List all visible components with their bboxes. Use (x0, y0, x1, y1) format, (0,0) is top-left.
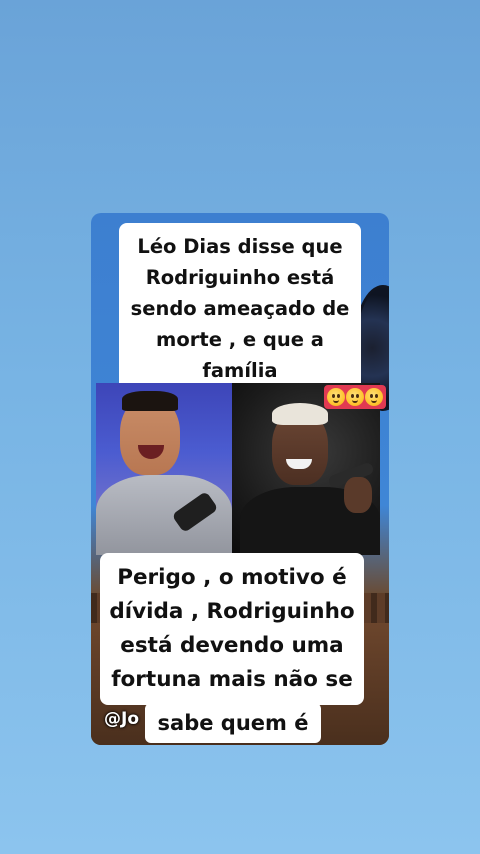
watermark-handle: @Jo (104, 709, 140, 729)
emoji-strip (324, 385, 386, 409)
caption-bottom: Perigo , o motivo é dívida , Rodriguinho… (100, 553, 364, 705)
host-photo (96, 383, 232, 555)
post-card[interactable]: Léo Dias disse que Rodriguinho está send… (91, 213, 389, 745)
host-body (96, 475, 232, 555)
caption-top: Léo Dias disse que Rodriguinho está send… (119, 223, 361, 391)
singer-hair (272, 403, 328, 425)
flushed-face-icon (327, 388, 345, 406)
host-hair (122, 391, 178, 411)
flushed-face-icon (365, 388, 383, 406)
singer-hand (344, 477, 372, 513)
flushed-face-icon (346, 388, 364, 406)
caption-tail: sabe quem é (145, 703, 321, 743)
